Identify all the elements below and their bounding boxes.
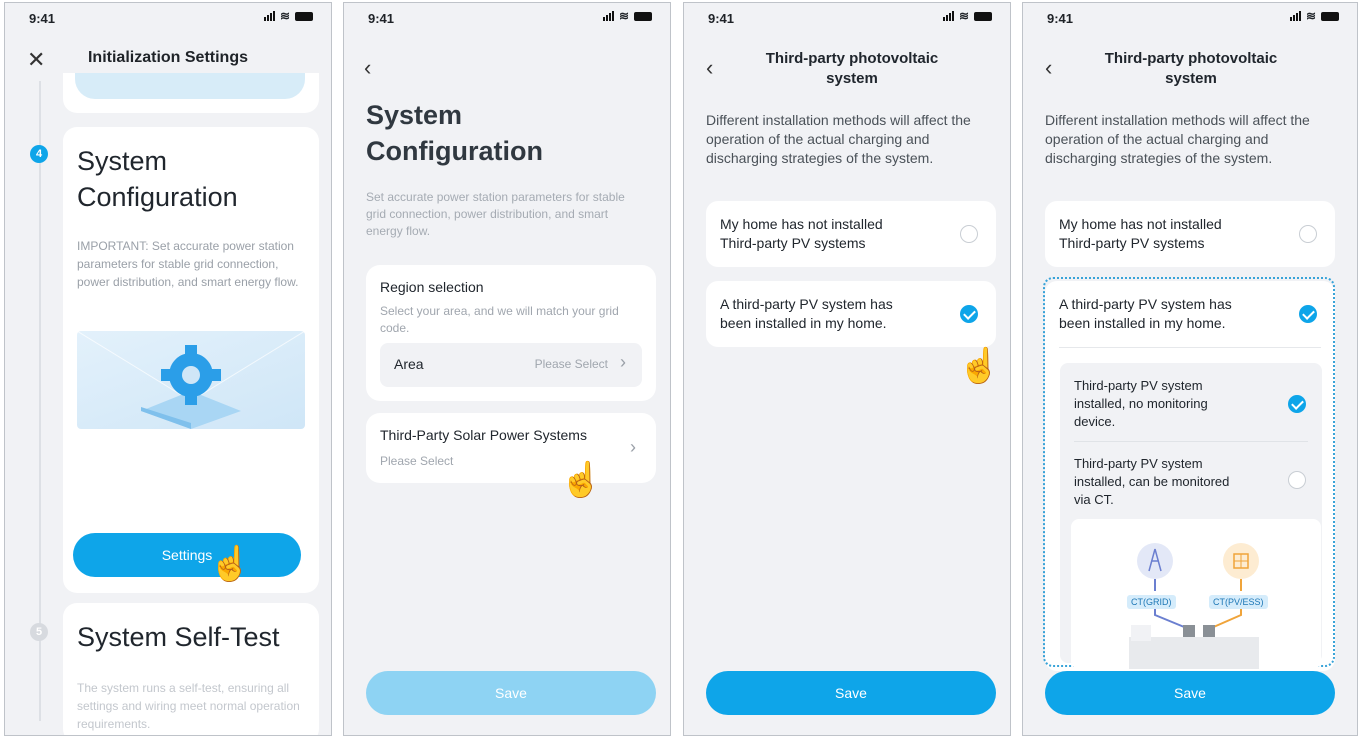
step-5-badge: 5	[30, 623, 48, 641]
intro-text: Different installation methods will affe…	[706, 112, 971, 166]
third-party-solar-row[interactable]: Third-Party Solar Power Systems Please S…	[366, 413, 656, 483]
tap-hand-icon: ☝	[209, 545, 252, 583]
battery-icon	[1321, 11, 1339, 21]
back-icon[interactable]: ‹	[1045, 55, 1052, 81]
option-label-line2: Third-party PV systems	[1059, 235, 1205, 251]
option-label-line2: Third-party PV systems	[720, 235, 866, 251]
option-label-line1: My home has not installed	[1059, 216, 1222, 232]
sub-option-1-line3: device.	[1074, 414, 1116, 429]
step-4-title-line1: System	[77, 146, 168, 176]
divider	[1074, 441, 1308, 442]
sub-option-1-line2: installed, no monitoring	[1074, 396, 1208, 411]
page-title: Initialization Settings	[87, 49, 248, 66]
step-4-title-line2: Configuration	[77, 182, 238, 212]
step-4-badge: 4	[30, 145, 48, 163]
third-party-solar-label: Third-Party Solar Power Systems	[380, 427, 587, 443]
tap-hand-icon: ☝	[958, 347, 1001, 385]
intro-text: Different installation methods will affe…	[1045, 112, 1310, 166]
option-label-line1: My home has not installed	[720, 216, 883, 232]
status-time: 9:41	[368, 11, 395, 26]
chevron-right-icon: ›	[620, 352, 626, 372]
radio-installed-checked[interactable]	[960, 305, 978, 323]
signal-icon	[263, 11, 275, 21]
settings-button[interactable]: Settings	[73, 533, 301, 577]
page-title-line1: System	[366, 100, 463, 130]
status-bar: 9:41 ≋	[684, 3, 1010, 31]
page-title-line1: Third-party photovoltaic	[765, 50, 939, 67]
save-button[interactable]: Save	[706, 671, 996, 715]
gear-icon	[77, 331, 305, 429]
previous-step-card	[63, 73, 319, 113]
step-5-description: The system runs a self-test, ensuring al…	[77, 681, 300, 731]
chevron-right-icon: ›	[630, 437, 636, 457]
step-5-card: System Self-Test The system runs a self-…	[63, 603, 319, 735]
ct-grid-label: CT(GRID)	[1127, 595, 1176, 609]
page-description: Set accurate power station parameters fo…	[366, 190, 625, 238]
area-value: Please Select	[534, 357, 608, 371]
screen-initialization-settings: 9:41 ≋ ✕ Initialization Settings 4 Syste…	[4, 2, 332, 736]
status-bar: 9:41 ≋	[1023, 3, 1357, 31]
option-not-installed[interactable]: My home has not installed Third-party PV…	[706, 201, 996, 267]
screen-third-party-pv-expanded: 9:41 ≋ ‹ Third-party photovoltaic system…	[1022, 2, 1358, 736]
sub-option-1-line1: Third-party PV system	[1074, 378, 1203, 393]
battery-icon	[974, 11, 992, 21]
option-not-installed[interactable]: My home has not installed Third-party PV…	[1045, 201, 1335, 267]
area-label: Area	[394, 356, 424, 372]
save-button[interactable]: Save	[1045, 671, 1335, 715]
wifi-icon: ≋	[618, 9, 629, 23]
status-bar: 9:41 ≋	[5, 3, 331, 31]
option-label-line2: been installed in my home.	[720, 315, 887, 331]
wifi-icon: ≋	[1305, 9, 1316, 23]
header: ✕ Initialization Settings	[5, 45, 331, 75]
status-time: 9:41	[708, 11, 735, 26]
radio-no-monitoring-checked[interactable]	[1288, 395, 1306, 413]
page-title-line2: system	[1165, 70, 1217, 87]
battery-icon	[634, 11, 652, 21]
save-button[interactable]: Save	[366, 671, 656, 715]
radio-not-installed[interactable]	[1299, 225, 1317, 243]
tap-hand-icon: ☝	[560, 461, 603, 499]
option-label-line1: A third-party PV system has	[720, 296, 893, 312]
wifi-icon: ≋	[279, 9, 290, 23]
configuration-illustration	[77, 331, 305, 429]
back-icon[interactable]: ‹	[706, 55, 713, 81]
region-selection-label: Region selection	[380, 279, 484, 295]
ct-pv-ess-label: CT(PV/ESS)	[1209, 595, 1268, 609]
signal-icon	[942, 11, 954, 21]
third-party-solar-value: Please Select	[380, 454, 454, 468]
sub-option-2-line3: via CT.	[1074, 492, 1114, 507]
radio-ct-monitoring[interactable]	[1288, 471, 1306, 489]
screen-system-configuration: 9:41 ≋ ‹ System Configuration Set accura…	[343, 2, 671, 736]
battery-icon	[295, 11, 313, 21]
radio-not-installed[interactable]	[960, 225, 978, 243]
step-5-title: System Self-Test	[77, 622, 280, 652]
signal-icon	[1289, 11, 1301, 21]
region-selection-hint: Select your area, and we will match your…	[380, 304, 619, 335]
status-time: 9:41	[1047, 11, 1074, 26]
status-bar: 9:41 ≋	[344, 3, 670, 31]
step-4-description: IMPORTANT: Set accurate power station pa…	[77, 239, 299, 289]
sub-option-2-line1: Third-party PV system	[1074, 456, 1203, 471]
page-title-line2: Configuration	[366, 136, 543, 166]
option-installed[interactable]: A third-party PV system has been install…	[706, 281, 996, 347]
screen-third-party-pv: 9:41 ≋ ‹ Third-party photovoltaic system…	[683, 2, 1011, 736]
page-title-line1: Third-party photovoltaic	[1104, 50, 1278, 67]
back-icon[interactable]: ‹	[364, 55, 371, 81]
sub-option-2-line2: installed, can be monitored	[1074, 474, 1230, 489]
status-time: 9:41	[29, 11, 56, 26]
area-select[interactable]: Area Please Select ›	[380, 343, 642, 387]
signal-icon	[602, 11, 614, 21]
ct-wiring-diagram: CT(GRID) CT(PV/ESS)	[1071, 519, 1321, 669]
page-title-line2: system	[826, 70, 878, 87]
wifi-icon: ≋	[958, 9, 969, 23]
